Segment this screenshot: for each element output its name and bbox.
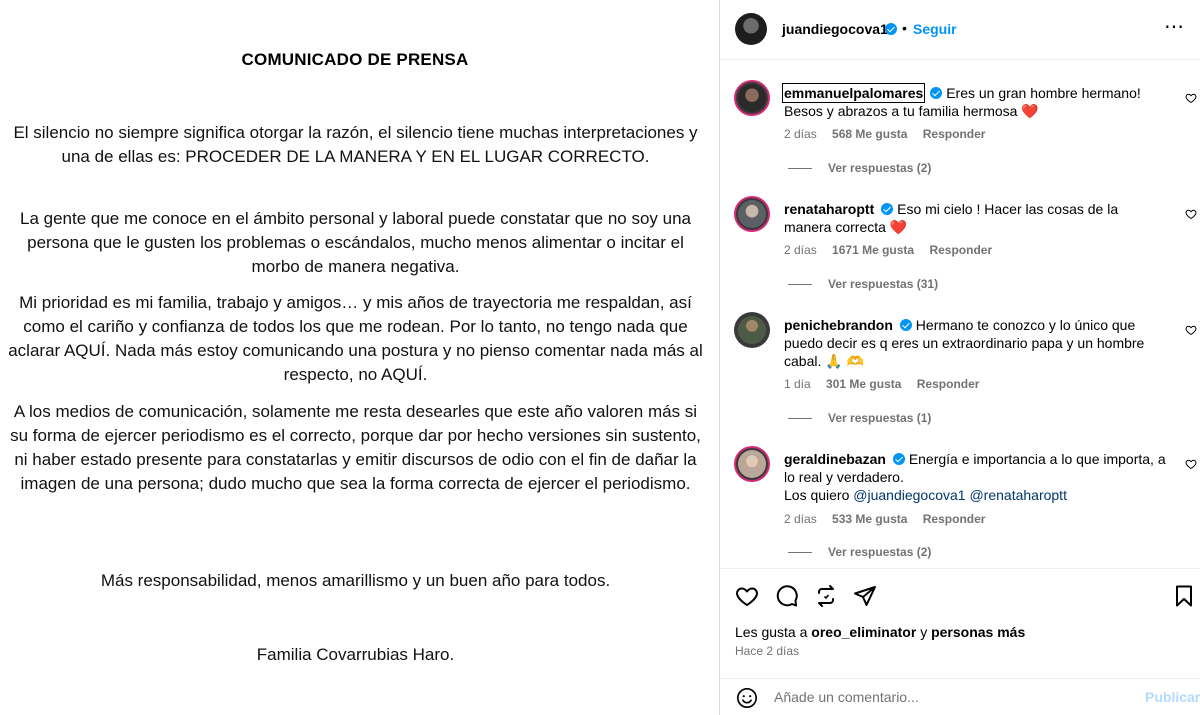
comment-time[interactable]: 2 días	[784, 243, 817, 257]
comment-bubble-icon[interactable]	[775, 584, 799, 608]
red-heart-emoji: ❤️	[1021, 103, 1039, 119]
author-username[interactable]: juandiegocova1	[782, 21, 888, 37]
verified-badge-icon	[930, 87, 943, 99]
press-release-paragraph: La gente que me conoce en el ámbito pers…	[19, 209, 692, 276]
commenter-username[interactable]: renataharoptt	[784, 201, 874, 217]
emoji-picker-icon[interactable]	[736, 687, 758, 709]
view-replies-button[interactable]: Ver respuestas (1)	[788, 411, 931, 425]
reply-button[interactable]: Responder	[923, 127, 986, 141]
verified-badge-icon	[899, 319, 912, 331]
comment-text: penichebrandon Hermano te conozco y lo ú…	[784, 316, 1169, 370]
like-comment-heart-icon[interactable]	[1185, 92, 1197, 104]
comment-time[interactable]: 2 días	[784, 512, 817, 526]
press-release-title: COMUNICADO DE PRENSA	[241, 50, 469, 69]
reply-button[interactable]: Responder	[923, 512, 986, 526]
comment-meta: 1 día 301 Me gusta Responder	[784, 377, 991, 391]
post-time[interactable]: Hace 2 días	[735, 644, 799, 658]
verified-badge-icon	[892, 453, 905, 465]
view-replies-button[interactable]: Ver respuestas (2)	[788, 545, 931, 559]
commenter-avatar[interactable]	[734, 312, 770, 348]
likes-joiner: y	[920, 624, 928, 640]
commenter-avatar[interactable]	[734, 446, 770, 482]
comment-meta: 2 días 533 Me gusta Responder	[784, 512, 997, 526]
publish-button[interactable]: Publicar	[1145, 689, 1200, 705]
comment-time[interactable]: 1 día	[784, 377, 811, 391]
like-comment-heart-icon[interactable]	[1185, 324, 1197, 336]
press-release-paragraph: El silencio no siempre significa otorgar…	[13, 123, 698, 166]
separator-dot: •	[902, 20, 907, 36]
view-replies-button[interactable]: Ver respuestas (2)	[788, 161, 931, 175]
comment-body-line2: Los quiero	[784, 487, 850, 503]
comment-text: emmanuelpalomares Eres un gran hombre he…	[781, 83, 1169, 120]
likes-summary: Les gusta a oreo_eliminator y personas m…	[735, 624, 1025, 640]
comment-time[interactable]: 2 días	[784, 127, 817, 141]
comment-likes[interactable]: 568 Me gusta	[832, 127, 907, 141]
replies-line	[788, 552, 812, 554]
comment-likes[interactable]: 533 Me gusta	[832, 512, 907, 526]
commenter-username[interactable]: penichebrandon	[784, 317, 893, 333]
red-heart-emoji: ❤️	[889, 219, 908, 235]
press-release-paragraph: Más responsabilidad, menos amarillismo y…	[100, 571, 611, 590]
reply-button[interactable]: Responder	[929, 243, 992, 257]
more-options-icon[interactable]: ⋯	[1164, 14, 1185, 39]
comment-likes[interactable]: 1671 Me gusta	[832, 243, 914, 257]
share-send-icon[interactable]	[853, 584, 877, 608]
praying-hands-emoji: 🙏 🫶	[825, 353, 865, 369]
view-replies-label: Ver respuestas (1)	[828, 411, 932, 425]
view-replies-label: Ver respuestas (2)	[828, 545, 932, 559]
comment-meta: 2 días 568 Me gusta Responder	[784, 127, 997, 141]
press-release-paragraph: Mi prioridad es mi familia, trabajo y am…	[8, 293, 703, 384]
mention-link[interactable]: @juandiegocova1	[853, 487, 965, 503]
verified-badge-icon	[881, 203, 894, 215]
post-side-panel: juandiegocova1 • Seguir ⋯ emmanuelpaloma…	[720, 0, 1200, 715]
likes-prefix: Les gusta a	[735, 624, 808, 640]
save-bookmark-icon[interactable]	[1172, 584, 1196, 608]
liker-username[interactable]: oreo_eliminator	[811, 624, 916, 640]
replies-line	[788, 418, 812, 420]
reply-button[interactable]: Responder	[917, 377, 980, 391]
view-replies-label: Ver respuestas (31)	[828, 277, 939, 291]
press-release-signature: Familia Covarrubias Haro.	[256, 645, 455, 664]
follow-button[interactable]: Seguir	[913, 21, 957, 37]
commenter-username[interactable]: geraldinebazan	[784, 451, 886, 467]
comment-text: geraldinebazan Energía e importancia a l…	[784, 450, 1169, 504]
post-image[interactable]: COMUNICADO DE PRENSA El silencio no siem…	[0, 0, 719, 715]
like-comment-heart-icon[interactable]	[1185, 458, 1197, 470]
other-likers-link[interactable]: personas más	[931, 624, 1025, 640]
commenter-avatar[interactable]	[734, 80, 770, 116]
comment-input[interactable]	[774, 687, 1114, 707]
post-action-bar	[720, 568, 1200, 620]
repost-icon[interactable]	[814, 584, 838, 608]
author-avatar[interactable]	[735, 13, 767, 45]
commenter-username[interactable]: emmanuelpalomares	[781, 83, 926, 103]
add-comment-bar: Publicar	[720, 678, 1200, 715]
press-release-paragraph: A los medios de comunicación, solamente …	[10, 402, 701, 493]
view-replies-button[interactable]: Ver respuestas (31)	[788, 277, 938, 291]
comment-meta: 2 días 1671 Me gusta Responder	[784, 243, 1004, 257]
replies-line	[788, 168, 812, 170]
view-replies-label: Ver respuestas (2)	[828, 161, 932, 175]
replies-line	[788, 284, 812, 286]
like-comment-heart-icon[interactable]	[1185, 208, 1197, 220]
like-heart-icon[interactable]	[735, 584, 759, 608]
comment-likes[interactable]: 301 Me gusta	[826, 377, 901, 391]
comment-text: renataharoptt Eso mi cielo ! Hacer las c…	[784, 200, 1169, 236]
verified-badge-icon	[885, 23, 897, 35]
mention-link[interactable]: @renataharoptt	[969, 487, 1067, 503]
commenter-avatar[interactable]	[734, 196, 770, 232]
post-header: juandiegocova1 • Seguir ⋯	[720, 0, 1200, 60]
